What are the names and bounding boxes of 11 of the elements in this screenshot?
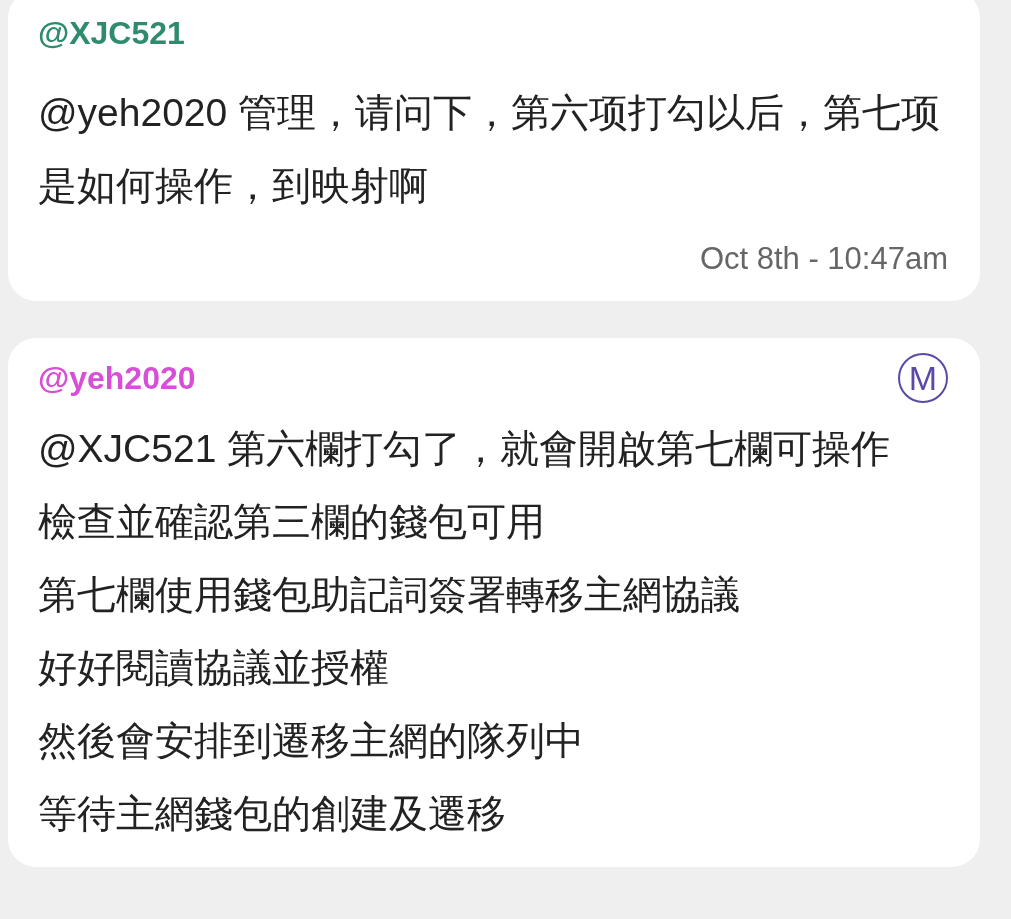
message-text: 等待主網錢包的創建及遷移: [38, 791, 507, 837]
username[interactable]: @yeh2020: [38, 353, 196, 403]
moderator-badge: M: [898, 353, 948, 403]
message-text: 第七欄使用錢包助記詞簽署轉移主網協議: [38, 572, 741, 618]
message-text: @yeh2020 管理，请问下，第六项打勾以后，第七项是如何操作，到映射啊: [38, 90, 942, 209]
timestamp: Oct 8th - 10:47am: [698, 240, 948, 278]
message-text: 好好閱讀協議並授權: [38, 645, 390, 691]
message-text: 然後會安排到遷移主網的隊列中: [38, 718, 585, 764]
username[interactable]: @XJC521: [38, 8, 185, 58]
message-text: @XJC521 第六欄打勾了，就會開啟第七欄可操作: [38, 426, 892, 472]
message-text: 檢查並確認第三欄的錢包可用: [38, 499, 546, 545]
